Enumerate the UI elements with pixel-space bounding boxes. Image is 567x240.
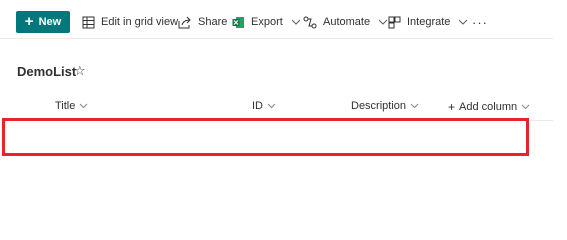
toolbar-divider [0, 38, 553, 39]
excel-icon [232, 16, 244, 28]
automate-label: Automate [323, 16, 371, 28]
more-icon: ··· [472, 14, 488, 30]
chevron-down-icon [378, 19, 388, 25]
integrate-label: Integrate [407, 16, 451, 28]
integrate-icon [388, 16, 401, 28]
page-title: DemoList [17, 64, 77, 79]
edit-grid-view-label: Edit in grid view [101, 16, 179, 28]
column-header-description[interactable]: Description [351, 100, 419, 112]
plus-icon: + [448, 100, 456, 114]
chevron-down-icon [521, 101, 530, 113]
new-button[interactable]: + New [16, 11, 70, 33]
share-icon [178, 16, 191, 28]
column-header-label: Title [55, 100, 76, 112]
share-button[interactable]: Share [178, 12, 227, 32]
column-header-label: ID [252, 100, 263, 112]
plus-icon: + [24, 13, 34, 30]
add-column-button[interactable]: + Add column [448, 100, 530, 114]
chevron-down-icon [410, 100, 419, 112]
favorite-star-icon[interactable]: ☆ [74, 63, 86, 79]
chevron-down-icon [458, 19, 468, 25]
chevron-down-icon [79, 100, 88, 112]
command-bar: + New Edit in grid view Share Export Aut… [0, 0, 567, 40]
automate-icon [303, 16, 317, 28]
chevron-down-icon [291, 19, 301, 25]
add-column-label: Add column [459, 101, 518, 113]
automate-button[interactable]: Automate [303, 12, 388, 32]
column-header-label: Description [351, 100, 407, 112]
grid-icon [82, 16, 95, 28]
more-options-button[interactable]: ··· [472, 12, 488, 32]
highlight-box [2, 118, 529, 156]
chevron-down-icon [267, 100, 276, 112]
edit-grid-view-button[interactable]: Edit in grid view [82, 12, 178, 32]
integrate-button[interactable]: Integrate [388, 12, 468, 32]
export-label: Export [251, 16, 283, 28]
column-header-title[interactable]: Title [55, 100, 88, 112]
share-label: Share [198, 16, 228, 28]
export-button[interactable]: Export [232, 12, 301, 32]
column-header-id[interactable]: ID [252, 100, 276, 112]
new-button-label: New [38, 16, 62, 28]
